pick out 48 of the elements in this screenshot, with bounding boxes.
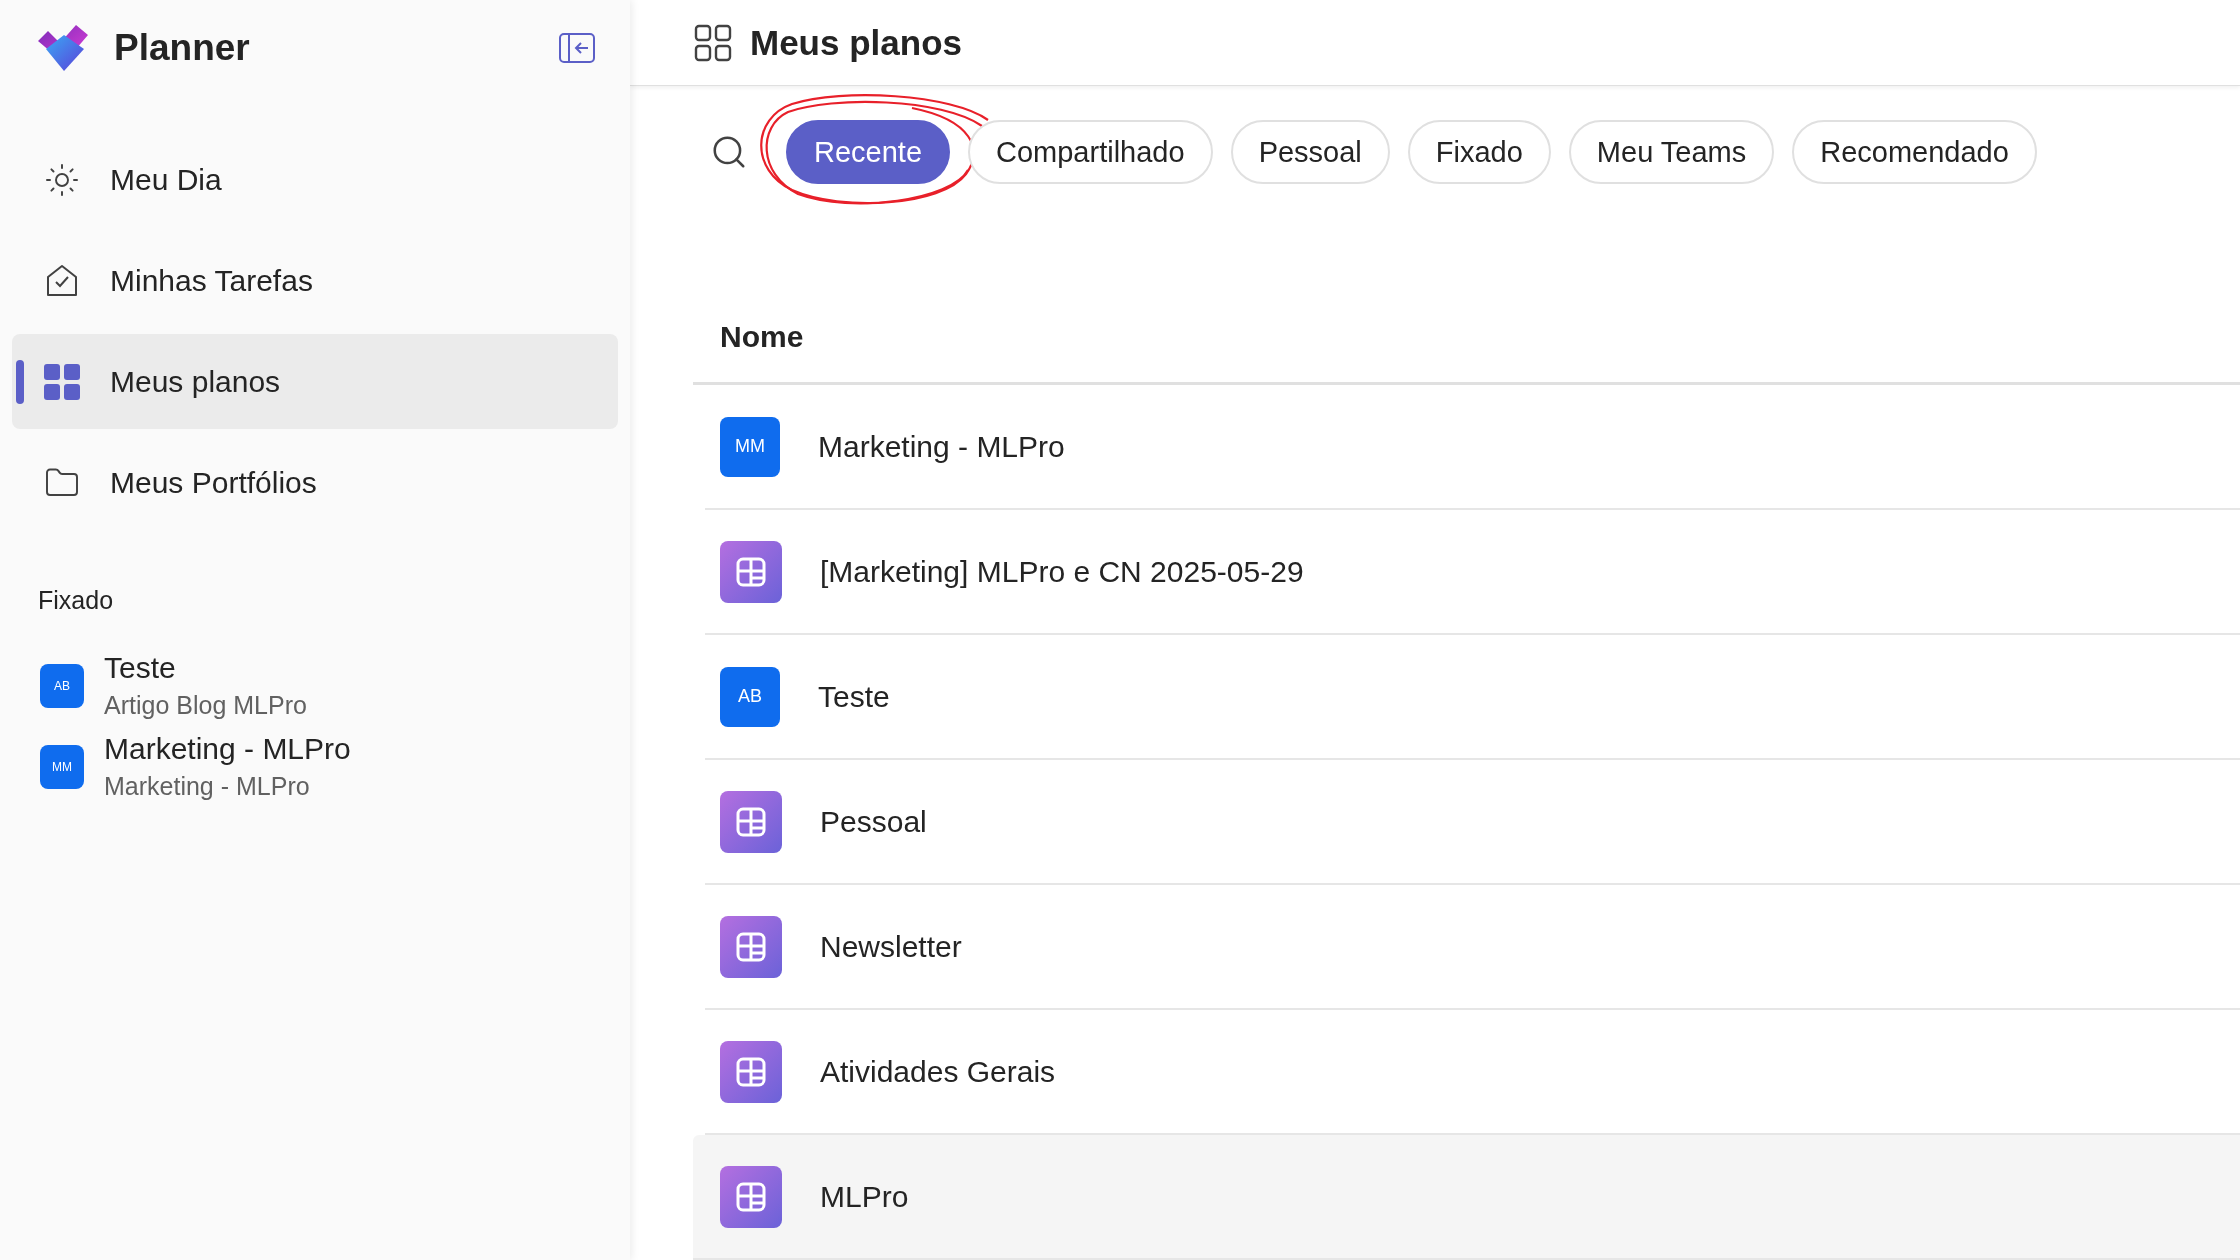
- plan-avatar: MM: [720, 416, 780, 477]
- collapse-sidebar-icon[interactable]: [558, 32, 596, 64]
- plan-row[interactable]: MM Marketing - MLPro: [705, 385, 2240, 510]
- board-icon: [720, 1165, 782, 1228]
- section-title: Fixado: [38, 586, 115, 615]
- grid-icon: [694, 23, 732, 62]
- plan-row[interactable]: [Marketing] MLPro e CN 2025-05-29: [705, 510, 2240, 635]
- nav-item[interactable]: Meu Dia: [12, 132, 618, 227]
- filter-chip[interactable]: Recomendado: [1792, 120, 2037, 184]
- plan-row[interactable]: AB Teste: [705, 635, 2240, 760]
- plan-row[interactable]: Pessoal: [705, 760, 2240, 885]
- plan-subtitle: Artigo Blog MLPro: [104, 691, 307, 720]
- nav-item[interactable]: Minhas Tarefas: [12, 233, 618, 328]
- filter-chip[interactable]: Pessoal: [1230, 120, 1390, 184]
- plan-name: Teste: [104, 651, 177, 685]
- board-icon: [720, 540, 782, 603]
- plan-name: Newsletter: [820, 929, 962, 964]
- board-icon: [720, 915, 782, 978]
- plan-name: Marketing - MLPro: [818, 429, 1065, 464]
- filter-chip[interactable]: Fixado: [1407, 120, 1551, 184]
- plan-name: Teste: [818, 679, 890, 714]
- plan-name: MLPro: [820, 1179, 909, 1214]
- plan-avatar: AB: [40, 663, 84, 708]
- plan-name: Atividades Gerais: [820, 1054, 1056, 1089]
- plan-row[interactable]: Newsletter: [705, 885, 2240, 1010]
- plan-avatar: MM: [40, 744, 84, 789]
- app-title: Planner: [114, 27, 251, 69]
- board-icon: [720, 1040, 782, 1103]
- plan-row[interactable]: MLPro: [693, 1135, 2240, 1260]
- filter-chip[interactable]: Recente: [786, 120, 950, 184]
- nav-item[interactable]: Meus Portfólios: [12, 435, 618, 530]
- board-icon: [720, 790, 782, 853]
- plan-name: Marketing - MLPro: [104, 732, 351, 766]
- filter-chip[interactable]: Compartilhado: [968, 120, 1213, 184]
- nav-item[interactable]: Meus planos: [12, 334, 618, 429]
- pinned-plan-item[interactable]: MM Marketing - MLPro Marketing - MLPro: [12, 726, 618, 807]
- grid-icon: [44, 363, 80, 400]
- plan-subtitle: Marketing - MLPro: [104, 772, 311, 801]
- page-title: Meus planos: [750, 22, 962, 63]
- selection-indicator: [16, 360, 24, 404]
- house-check-icon: [44, 262, 80, 299]
- plan-name: [Marketing] MLPro e CN 2025-05-29: [820, 554, 1304, 589]
- sun-icon: [44, 161, 80, 198]
- pinned-plan-item[interactable]: AB Teste Artigo Blog MLPro: [12, 645, 618, 726]
- filter-chip[interactable]: Meu Teams: [1568, 120, 1775, 184]
- plan-name: Pessoal: [820, 804, 927, 839]
- plan-avatar: AB: [720, 666, 780, 727]
- column-header: Nome: [720, 320, 804, 354]
